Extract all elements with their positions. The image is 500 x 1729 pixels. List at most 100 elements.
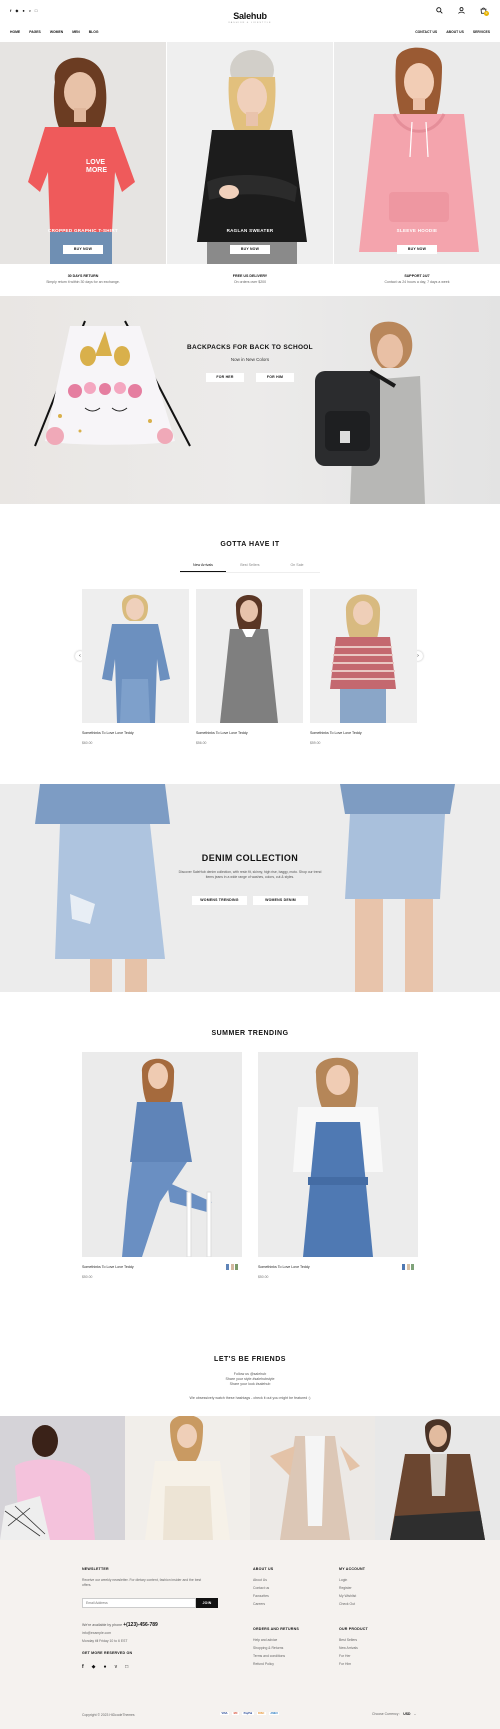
- currency-dropdown[interactable]: USD: [403, 1712, 410, 1716]
- facebook-icon[interactable]: f: [82, 1664, 84, 1670]
- summer-product-2-swatches: [402, 1264, 414, 1270]
- backpacks-photo: [34, 320, 425, 504]
- summer-product-2-image[interactable]: [258, 1052, 418, 1257]
- instagram-photo: [390, 1419, 485, 1540]
- footer-link-checkout[interactable]: Check Out: [339, 1602, 355, 1606]
- newsletter-join-button[interactable]: JOIN: [196, 1598, 218, 1608]
- social-title: GET MORE RESERVED ON: [82, 1651, 133, 1655]
- contact-email[interactable]: info@example.com: [82, 1631, 111, 1635]
- user-icon[interactable]: [458, 7, 465, 14]
- product-card-1-image[interactable]: [82, 589, 189, 723]
- product-card-2-name[interactable]: Somethinks To Love Love Teddy: [196, 731, 248, 735]
- footer-link-help[interactable]: Help and advice: [253, 1638, 277, 1642]
- search-icon[interactable]: [436, 7, 443, 14]
- womens-denim-button[interactable]: WOMENS DENIM: [253, 896, 308, 905]
- visa-icon: VISA: [220, 1712, 230, 1715]
- instagram-photo-4[interactable]: [375, 1416, 500, 1540]
- summer-product-1-image[interactable]: [82, 1052, 242, 1257]
- newsletter-email-input[interactable]: [82, 1598, 196, 1608]
- color-swatch[interactable]: [230, 1264, 234, 1270]
- nav-item-pages[interactable]: PAGES: [29, 30, 41, 34]
- footer-social-icons: f ◆ ● v □: [82, 1664, 128, 1670]
- womens-trending-button[interactable]: WOMENS TRENDING: [192, 896, 247, 905]
- nav-item-men[interactable]: MEN: [72, 30, 80, 34]
- currency-selector: Choose Currency : USD ⌄: [372, 1712, 416, 1716]
- instagram-photo-3[interactable]: [250, 1416, 375, 1540]
- nav-item-home[interactable]: HOME: [10, 30, 20, 34]
- tab-best-sellers[interactable]: Best Sellers: [227, 563, 273, 567]
- feature-title: 30 DAYS RETURN: [67, 274, 99, 278]
- footer-link-contact-us[interactable]: Contact us: [253, 1586, 269, 1590]
- twitter-icon[interactable]: ◆: [92, 1664, 96, 1670]
- product-card-1-name[interactable]: Somethinks To Love Love Teddy: [82, 731, 134, 735]
- footer-link-for-her[interactable]: For Her: [339, 1654, 351, 1658]
- phone-number[interactable]: +(123)-456-789: [123, 1622, 158, 1628]
- instagram-photo-1[interactable]: [0, 1416, 125, 1540]
- hero-tile-sweater[interactable]: RAGLAN SWEATER BUY NOW: [167, 42, 333, 264]
- product-photo: [122, 1058, 212, 1257]
- product-photo: [293, 1057, 383, 1257]
- buy-now-button-hoodie[interactable]: BUY NOW: [397, 245, 437, 254]
- color-swatch[interactable]: [226, 1264, 229, 1270]
- product-card-2-image[interactable]: [196, 589, 303, 723]
- instagram-photo: [145, 1416, 230, 1540]
- footer-link-new-arrivals[interactable]: New Arrivals: [339, 1646, 358, 1650]
- footer-link-about-us[interactable]: About Us: [253, 1578, 267, 1582]
- hero-tile-hoodie[interactable]: SLEEVE HOODIE BUY NOW: [334, 42, 500, 264]
- nav-item-services[interactable]: SERVICES: [473, 30, 490, 34]
- footer-link-login[interactable]: Login: [339, 1578, 347, 1582]
- footer-link-careers[interactable]: Careers: [253, 1602, 265, 1606]
- cart-count-badge: 0: [484, 11, 489, 16]
- phone-line: We're available by phone +(123)-456-789: [82, 1622, 158, 1628]
- footer-link-favourites[interactable]: Favourites: [253, 1594, 269, 1598]
- hero-caption-hoodie: SLEEVE HOODIE: [396, 228, 438, 233]
- site-footer: NEWSLETTER Receive our weekly newsletter…: [0, 1540, 500, 1729]
- product-card-3-image[interactable]: [310, 589, 417, 723]
- hero-tile-tshirt[interactable]: LOVE MORE CROPPED GRAPHIC T-SHIRT BUY NO…: [0, 42, 166, 264]
- feature-title: SUPPORT 24/7: [404, 274, 430, 278]
- backpacks-title: BACKPACKS FOR BACK TO SCHOOL: [187, 344, 313, 351]
- color-swatch[interactable]: [235, 1264, 238, 1270]
- secondary-nav: CONTACT US ABOUT US SERVICES: [415, 30, 490, 34]
- friends-title: LET'S BE FRIENDS: [214, 1356, 286, 1363]
- about-title: ABOUT US: [253, 1567, 274, 1571]
- footer-link-shopping-returns[interactable]: Shopping & Returns: [253, 1646, 283, 1650]
- vimeo-icon[interactable]: v: [115, 1664, 118, 1670]
- color-swatch[interactable]: [406, 1264, 410, 1270]
- footer-link-terms[interactable]: Terms and conditions: [253, 1654, 285, 1658]
- pinterest-icon[interactable]: ●: [104, 1664, 107, 1670]
- for-her-button[interactable]: FOR HER: [206, 373, 244, 382]
- color-swatch[interactable]: [411, 1264, 414, 1270]
- business-hours: Monday till Friday 10 to 6 EST: [82, 1639, 128, 1643]
- nav-item-women[interactable]: WOMEN: [50, 30, 63, 34]
- product-tabs: New Arrivals Best Sellers On Sale: [180, 561, 320, 573]
- instagram-photo-2[interactable]: [125, 1416, 250, 1540]
- for-him-button[interactable]: FOR HIM: [256, 373, 294, 382]
- footer-link-register[interactable]: Register: [339, 1586, 352, 1590]
- footer-link-for-him[interactable]: For Him: [339, 1662, 351, 1666]
- nav-item-about-us[interactable]: ABOUT US: [446, 30, 464, 34]
- discover-icon: DISC: [256, 1712, 266, 1715]
- footer-link-refund[interactable]: Refund Policy: [253, 1662, 274, 1666]
- nav-item-blog[interactable]: BLOG: [89, 30, 99, 34]
- summer-product-1-name[interactable]: Somethinks To Love Love Teddy: [82, 1265, 134, 1269]
- footer-link-best-sellers[interactable]: Best Sellers: [339, 1638, 357, 1642]
- backpacks-subtitle: Now in New Colors: [230, 357, 270, 362]
- instagram-icon[interactable]: □: [125, 1664, 128, 1670]
- nav-item-contact-us[interactable]: CONTACT US: [415, 30, 437, 34]
- product-card-3-name[interactable]: Somethinks To Love Love Teddy: [310, 731, 362, 735]
- tab-new-arrivals[interactable]: New Arrivals: [180, 563, 226, 567]
- footer-link-wishlist[interactable]: My Wishlist: [339, 1594, 356, 1598]
- chevron-down-icon[interactable]: ⌄: [413, 1712, 416, 1716]
- denim-banner: DENIM COLLECTION Discover SaleHub denim …: [0, 784, 500, 992]
- brand-logo[interactable]: Salehub: [0, 11, 500, 21]
- buy-now-button-tshirt[interactable]: BUY NOW: [63, 245, 103, 254]
- tab-on-sale[interactable]: On Sale: [274, 563, 320, 567]
- buy-now-button-sweater[interactable]: BUY NOW: [230, 245, 270, 254]
- product-card-1-price: $60.00: [82, 741, 93, 745]
- summer-product-2-name[interactable]: Somethinks To Love Love Teddy: [258, 1265, 310, 1269]
- feature-delivery: FREE US DELIVERY On orders over $200: [167, 274, 333, 284]
- amex-icon: AMEX: [268, 1712, 280, 1715]
- feature-returns: 30 DAYS RETURN Simply return it within 3…: [0, 274, 166, 284]
- color-swatch[interactable]: [402, 1264, 405, 1270]
